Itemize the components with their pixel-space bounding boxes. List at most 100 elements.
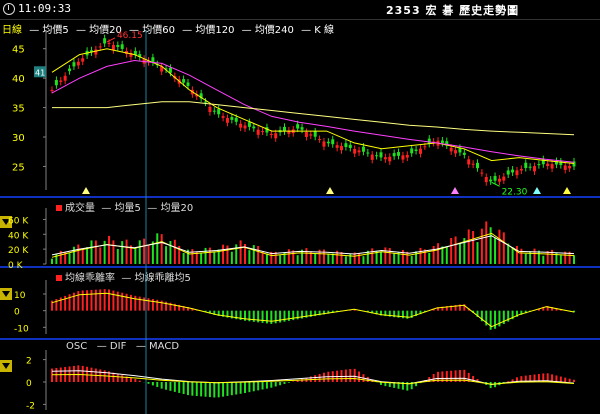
candle-body (212, 110, 216, 112)
candle-body (296, 124, 300, 129)
candle-body (239, 123, 243, 128)
candle-body (475, 162, 479, 169)
candle-body (234, 117, 238, 122)
y-tick-label: 30 (12, 133, 25, 144)
candle-body (414, 149, 418, 151)
candle-body (274, 133, 278, 139)
signal-marker-icon (451, 187, 459, 194)
candle-body (533, 166, 537, 172)
candle-body (304, 132, 308, 137)
candle-body (269, 133, 273, 135)
candle-body (50, 89, 54, 91)
candle-body (340, 146, 344, 151)
y-tick-label: 25 (12, 162, 25, 173)
current-price-label: 41 (35, 68, 45, 77)
candle-body (225, 118, 229, 123)
candle-body (252, 126, 256, 129)
candle-body (300, 127, 304, 130)
candle-body (493, 176, 497, 181)
candle-body (449, 147, 453, 152)
y-tick-label: 60 K (8, 216, 29, 226)
y-tick-label: 45 (12, 45, 25, 56)
candle-body (519, 168, 523, 171)
candle-body (59, 80, 63, 82)
y-tick-label: 10 (14, 291, 26, 301)
candle-body (243, 125, 247, 129)
candle-body (392, 153, 396, 157)
ma-line (52, 101, 575, 136)
stock-chart: 25 30 35 40 45 41 46.15 22.30 0 K 20 K 40 K 60 K 10 0… (8, 30, 576, 414)
candle-body (63, 75, 67, 81)
candle-body (98, 46, 102, 48)
candle-body (462, 152, 466, 155)
high-price-label: 46.15 (117, 31, 143, 41)
extreme-pointer (106, 37, 116, 43)
candle-body (120, 44, 124, 49)
candle-body (563, 165, 567, 170)
signal-marker-icon (533, 187, 541, 194)
candle-body (182, 79, 186, 83)
candle-body (480, 172, 484, 174)
candle-body (94, 49, 98, 55)
candle-body (388, 156, 392, 162)
y-tick-label: 40 (12, 74, 25, 85)
candle-body (256, 129, 260, 135)
candle-body (344, 143, 348, 148)
candle-body (497, 178, 501, 182)
candle-body (326, 141, 330, 144)
candle-body (261, 131, 265, 133)
signal-marker-icon (82, 187, 90, 194)
candle-body (511, 169, 515, 173)
candle-body (383, 157, 387, 160)
candle-body (335, 145, 339, 148)
ma-line (51, 48, 575, 164)
candle-body (379, 152, 383, 158)
candle-body (506, 170, 510, 175)
candle-body (103, 38, 107, 44)
ma-line (51, 59, 575, 163)
candle-body (410, 148, 414, 154)
candle-body (217, 109, 221, 115)
candle-body (366, 152, 370, 154)
candle-body (107, 42, 111, 44)
candle-body (375, 155, 379, 157)
candle-body (208, 106, 212, 113)
candle-body (537, 164, 541, 166)
candle-body (204, 101, 208, 103)
low-price-label: 22.30 (502, 187, 528, 197)
y-tick-label: 0 (14, 308, 20, 318)
y-tick-label: -2 (26, 401, 35, 411)
candle-body (54, 79, 58, 86)
candle-body (471, 163, 475, 165)
candle-body (484, 176, 488, 183)
extreme-pointer (491, 181, 500, 187)
signal-marker-icon (326, 187, 334, 194)
y-tick-label: 40 K (8, 231, 29, 241)
candle-body (331, 139, 335, 145)
candle-body (440, 140, 444, 144)
candle-body (454, 150, 458, 154)
y-tick-label: 35 (12, 104, 25, 115)
candle-body (68, 68, 72, 72)
y-tick-label: 0 K (8, 261, 24, 271)
candle-body (423, 146, 427, 148)
candle-body (111, 44, 115, 51)
candle-body (418, 148, 422, 154)
candle-body (401, 155, 405, 160)
candle-body (76, 61, 80, 66)
candle-body (353, 148, 357, 154)
candle-body (81, 58, 85, 62)
y-tick-label: 20 K (8, 246, 29, 256)
candle-body (405, 154, 409, 158)
y-tick-label: 2 (26, 357, 32, 367)
candle-body (357, 150, 361, 153)
candle-body (546, 163, 550, 166)
candle-body (221, 116, 225, 118)
candle-body (313, 131, 317, 137)
candle-body (397, 152, 401, 156)
candle-body (515, 170, 519, 176)
candle-body (322, 141, 326, 147)
signal-marker-icon (563, 187, 571, 194)
y-tick-label: 0 (26, 379, 32, 389)
candle-body (309, 134, 313, 136)
